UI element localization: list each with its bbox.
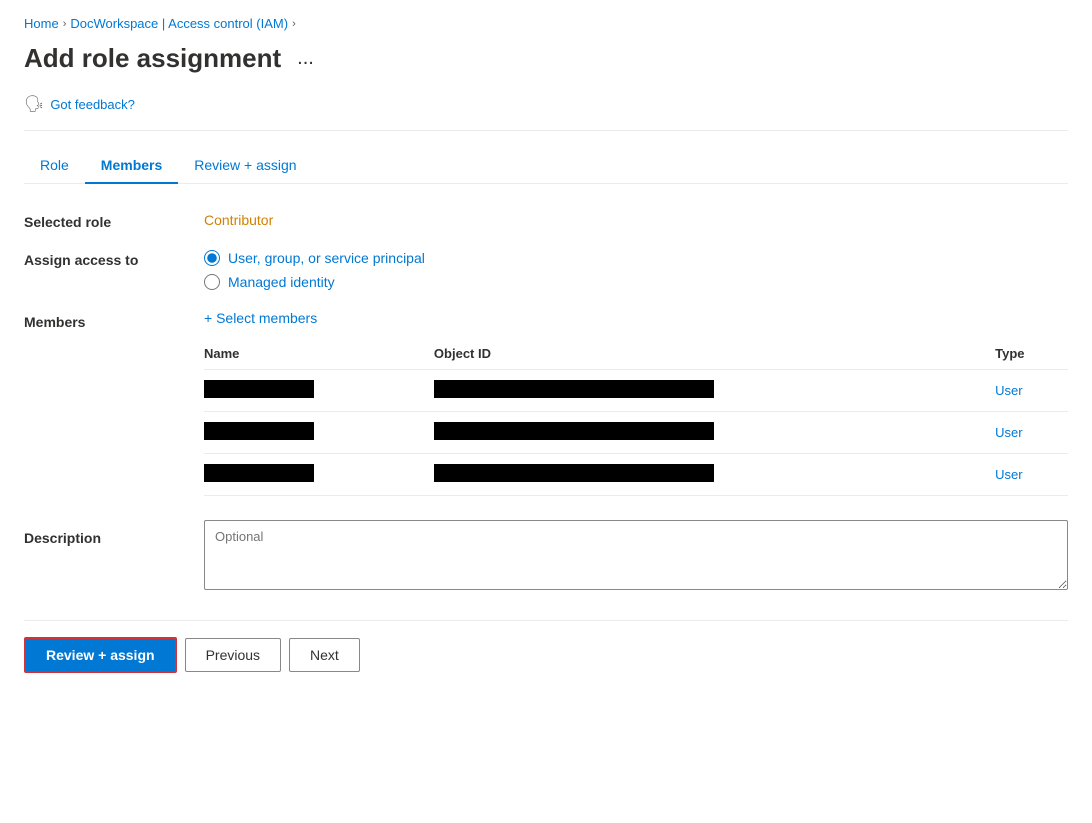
selected-role-label: Selected role — [24, 212, 204, 230]
radio-managed-identity-label: Managed identity — [228, 274, 335, 290]
previous-button[interactable]: Previous — [185, 638, 281, 672]
next-button[interactable]: Next — [289, 638, 360, 672]
type-cell-1: User — [995, 370, 1068, 412]
footer-divider — [24, 620, 1068, 621]
name-cell-1 — [204, 370, 434, 412]
ellipsis-button[interactable]: ... — [291, 45, 320, 72]
assign-access-label: Assign access to — [24, 250, 204, 290]
table-row: User — [204, 412, 1068, 454]
redacted-name-3 — [204, 464, 314, 482]
feedback-row: 🗣 Got feedback? — [24, 94, 1068, 131]
review-assign-button[interactable]: Review + assign — [24, 637, 177, 673]
members-content: + Select members Name Object ID Type Use… — [204, 310, 1068, 496]
object-id-cell-2 — [434, 412, 995, 454]
feedback-link[interactable]: Got feedback? — [50, 97, 135, 112]
footer-buttons: Review + assign Previous Next — [24, 637, 1068, 673]
name-cell-2 — [204, 412, 434, 454]
breadcrumb-workspace[interactable]: DocWorkspace | Access control (IAM) — [70, 16, 288, 31]
page-title: Add role assignment — [24, 43, 281, 74]
tab-members[interactable]: Members — [85, 147, 178, 183]
selected-role-value: Contributor — [204, 212, 1068, 230]
type-cell-2: User — [995, 412, 1068, 454]
form-section: Selected role Contributor Assign access … — [24, 212, 1068, 496]
name-cell-3 — [204, 454, 434, 496]
members-table: Name Object ID Type User User — [204, 338, 1068, 496]
radio-user-group-label: User, group, or service principal — [228, 250, 425, 266]
page-title-row: Add role assignment ... — [24, 43, 1068, 74]
radio-option-managed-identity[interactable]: Managed identity — [204, 274, 1068, 290]
redacted-id-3 — [434, 464, 714, 482]
table-row: User — [204, 370, 1068, 412]
tab-review-assign[interactable]: Review + assign — [178, 147, 312, 183]
breadcrumb-home[interactable]: Home — [24, 16, 59, 31]
chevron-icon-2: › — [292, 18, 296, 30]
table-row: User — [204, 454, 1068, 496]
redacted-id-1 — [434, 380, 714, 398]
tab-role[interactable]: Role — [24, 147, 85, 183]
radio-user-group-input[interactable] — [204, 250, 220, 266]
tabs: Role Members Review + assign — [24, 147, 1068, 184]
chevron-icon-1: › — [63, 18, 67, 30]
redacted-id-2 — [434, 422, 714, 440]
members-label: Members — [24, 310, 204, 496]
redacted-name-2 — [204, 422, 314, 440]
assign-access-options: User, group, or service principal Manage… — [204, 250, 1068, 290]
col-type-header: Type — [995, 338, 1068, 370]
col-object-id-header: Object ID — [434, 338, 995, 370]
breadcrumb: Home › DocWorkspace | Access control (IA… — [24, 16, 1068, 31]
col-name-header: Name — [204, 338, 434, 370]
object-id-cell-1 — [434, 370, 995, 412]
description-input[interactable] — [204, 520, 1068, 590]
select-members-link[interactable]: + Select members — [204, 310, 1068, 326]
radio-managed-identity-input[interactable] — [204, 274, 220, 290]
page-container: Home › DocWorkspace | Access control (IA… — [0, 0, 1092, 689]
description-section: Description — [24, 520, 1068, 590]
type-cell-3: User — [995, 454, 1068, 496]
feedback-icon: 🗣 — [24, 94, 44, 114]
radio-option-user-group[interactable]: User, group, or service principal — [204, 250, 1068, 266]
object-id-cell-3 — [434, 454, 995, 496]
description-label: Description — [24, 520, 204, 590]
redacted-name-1 — [204, 380, 314, 398]
